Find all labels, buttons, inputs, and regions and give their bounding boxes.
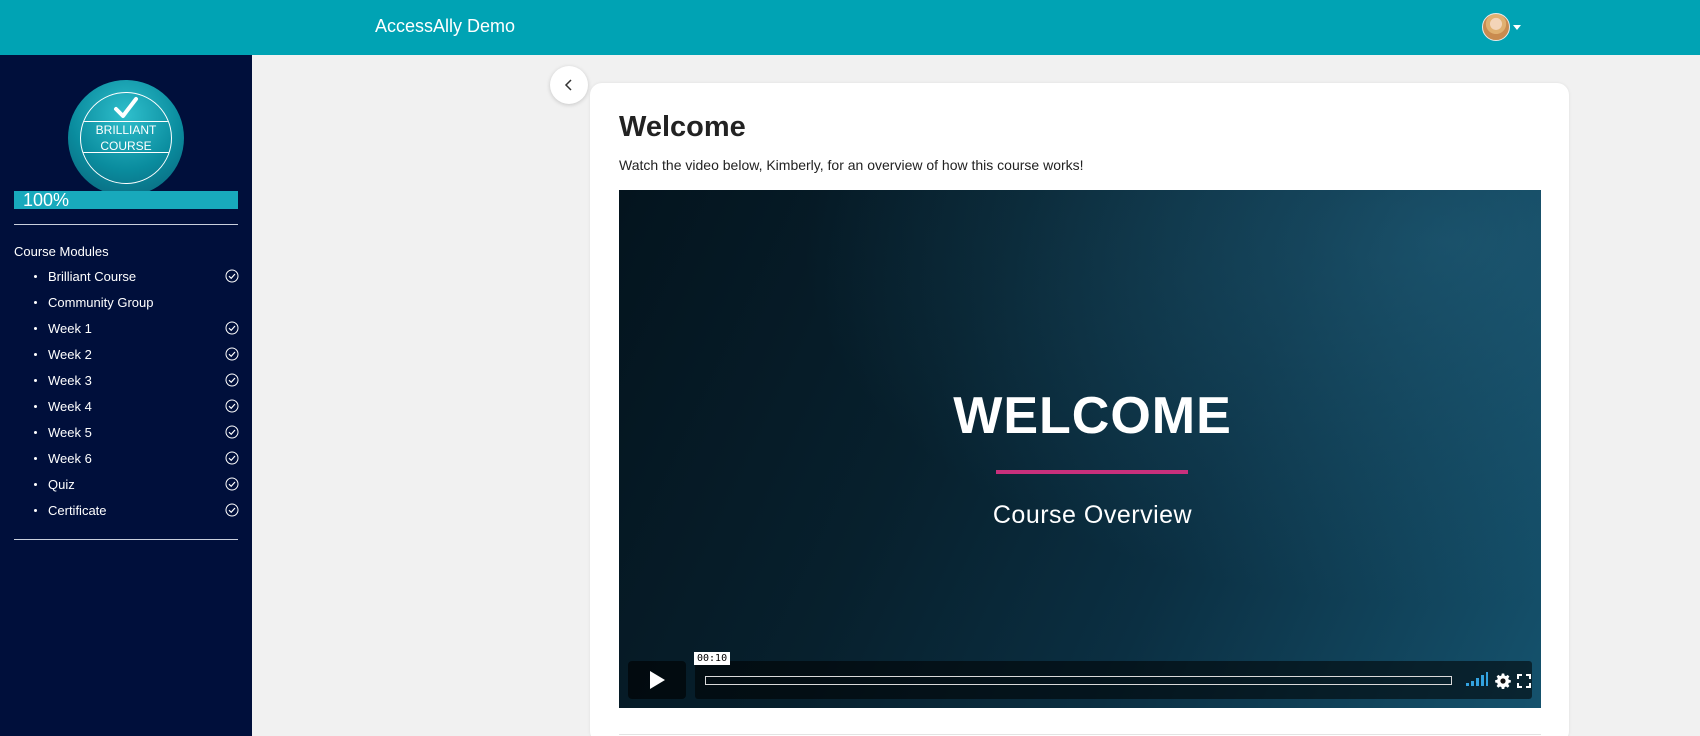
lesson-content-card: Welcome Watch the video below, Kimberly,… [590, 83, 1569, 736]
badge-ring: BRILLIANT COURSE [80, 92, 172, 184]
check-circle-icon [225, 425, 239, 439]
site-title[interactable]: AccessAlly Demo [375, 16, 515, 37]
bullet [34, 352, 37, 356]
sidebar-item-certificate[interactable]: Certificate [0, 497, 252, 523]
video-background [619, 190, 1541, 708]
badge-text: BRILLIANT COURSE [81, 122, 171, 154]
sidebar-item-week-4[interactable]: Week 4 [0, 393, 252, 419]
collapse-sidebar-button[interactable] [550, 66, 588, 104]
modules-heading: Course Modules [14, 244, 109, 259]
course-progress-bar: 100% [14, 190, 238, 210]
check-circle-icon [225, 503, 239, 517]
module-label[interactable]: Week 6 [48, 451, 92, 466]
video-controls: 00:10 [628, 652, 1532, 699]
play-icon [650, 671, 665, 689]
sidebar-item-week-1[interactable]: Week 1 [0, 315, 252, 341]
bullet [34, 274, 37, 278]
check-circle-icon [225, 347, 239, 361]
sidebar-item-brilliant-course[interactable]: Brilliant Course [0, 263, 252, 289]
bullet [34, 508, 37, 512]
check-circle-icon [225, 269, 239, 283]
bullet [34, 378, 37, 382]
module-list: Brilliant Course Community Group Week 1 … [0, 263, 252, 523]
volume-icon[interactable] [1466, 672, 1488, 686]
module-label[interactable]: Community Group [48, 295, 153, 310]
gear-icon[interactable] [1495, 673, 1511, 689]
module-label[interactable]: Brilliant Course [48, 269, 136, 284]
bullet [34, 482, 37, 486]
checkmark-icon [114, 97, 138, 118]
module-label[interactable]: Week 3 [48, 373, 92, 388]
bullet [34, 300, 37, 304]
course-sidebar: BRILLIANT COURSE 100% Course Modules Bri… [0, 55, 252, 736]
sidebar-item-week-6[interactable]: Week 6 [0, 445, 252, 471]
video-heading: WELCOME [953, 387, 1232, 445]
video-player[interactable]: WELCOME Course Overview 00:10 [619, 190, 1541, 708]
bullet [34, 404, 37, 408]
video-timeline[interactable] [705, 676, 1452, 685]
top-navbar: AccessAlly Demo [0, 0, 1700, 55]
chevron-left-icon [564, 79, 572, 91]
bullet [34, 430, 37, 434]
module-label[interactable]: Week 5 [48, 425, 92, 440]
module-label[interactable]: Week 4 [48, 399, 92, 414]
page-title: Welcome [619, 111, 746, 143]
caret-down-icon[interactable] [1513, 24, 1521, 30]
badge-line-2: COURSE [100, 139, 152, 153]
progress-percentage: 100% [23, 190, 70, 210]
sidebar-divider-bottom [14, 539, 238, 540]
content-divider [619, 734, 1541, 735]
check-circle-icon [225, 321, 239, 335]
sidebar-item-week-2[interactable]: Week 2 [0, 341, 252, 367]
play-button[interactable] [628, 661, 686, 699]
badge-line-1: BRILLIANT [95, 123, 157, 137]
bullet [34, 456, 37, 460]
user-menu[interactable] [1482, 12, 1526, 42]
bullet [34, 326, 37, 330]
module-label[interactable]: Quiz [48, 477, 75, 492]
sidebar-item-week-5[interactable]: Week 5 [0, 419, 252, 445]
module-label[interactable]: Certificate [48, 503, 107, 518]
sidebar-divider-top [14, 224, 238, 225]
module-label[interactable]: Week 2 [48, 347, 92, 362]
page-intro: Watch the video below, Kimberly, for an … [619, 157, 1084, 173]
user-avatar[interactable] [1482, 13, 1510, 41]
check-circle-icon [225, 477, 239, 491]
video-accent-rule [996, 470, 1188, 474]
sidebar-item-community-group[interactable]: Community Group [0, 289, 252, 315]
video-subheading: Course Overview [992, 501, 1193, 529]
sidebar-item-week-3[interactable]: Week 3 [0, 367, 252, 393]
check-circle-icon [225, 373, 239, 387]
fullscreen-icon[interactable] [1517, 674, 1531, 688]
check-circle-icon [225, 451, 239, 465]
check-circle-icon [225, 399, 239, 413]
course-badge: BRILLIANT COURSE [68, 80, 184, 196]
sidebar-item-quiz[interactable]: Quiz [0, 471, 252, 497]
module-label[interactable]: Week 1 [48, 321, 92, 336]
duration-label: 00:10 [694, 652, 731, 665]
